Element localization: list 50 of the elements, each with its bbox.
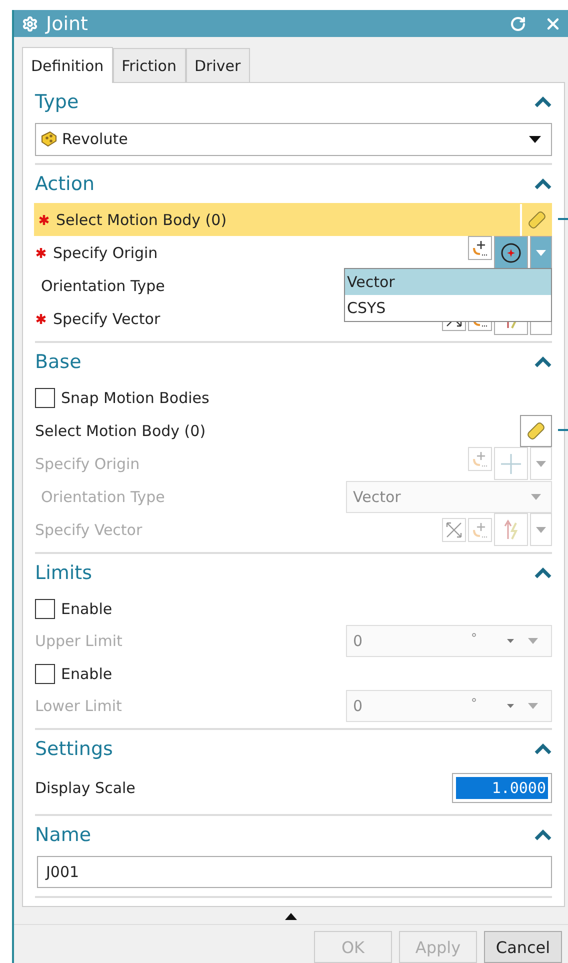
unit-dropdown-icon[interactable] bbox=[507, 704, 514, 708]
field-label: Specify Origin bbox=[35, 454, 140, 472]
tab[interactable]: Definition bbox=[22, 47, 113, 83]
field-label: Lower Limit bbox=[35, 697, 122, 715]
field-label: Specify Origin bbox=[35, 244, 158, 262]
unit-label: ° bbox=[471, 631, 478, 645]
checkbox[interactable] bbox=[35, 388, 55, 408]
collapse-caret-icon[interactable] bbox=[534, 567, 552, 579]
section-title: Base bbox=[35, 351, 82, 373]
field-label: Specify Vector bbox=[35, 310, 160, 328]
menu-item[interactable]: Vector bbox=[345, 269, 551, 295]
collapse-caret-icon[interactable] bbox=[534, 356, 552, 368]
dropdown-value: Revolute bbox=[62, 130, 128, 148]
section-title: Limits bbox=[35, 562, 92, 584]
dialog-button[interactable]: Cancel bbox=[484, 931, 562, 963]
unit-dropdown-icon[interactable] bbox=[507, 639, 514, 643]
unit-label: ° bbox=[471, 696, 478, 710]
field-label: Orientation Type bbox=[40, 488, 165, 506]
checkbox[interactable] bbox=[35, 664, 55, 684]
tab[interactable]: Driver bbox=[186, 48, 250, 82]
collapse-caret-icon[interactable] bbox=[534, 178, 552, 190]
section-title: Name bbox=[35, 824, 92, 846]
field-label: Display Scale bbox=[35, 779, 136, 797]
checkbox-label: Enable bbox=[61, 600, 112, 618]
field-label: Select Motion Body (0) bbox=[38, 210, 227, 228]
field-label: Upper Limit bbox=[35, 632, 122, 650]
field-label: Orientation Type bbox=[40, 276, 165, 294]
checkbox-label: Snap Motion Bodies bbox=[61, 388, 210, 406]
field-label: Select Motion Body (0) bbox=[35, 422, 206, 440]
type-dropdown[interactable]: Revolute bbox=[35, 122, 552, 156]
select-body-button[interactable] bbox=[520, 414, 552, 446]
checkbox-label: Enable bbox=[61, 664, 112, 682]
section-title: Action bbox=[35, 173, 95, 195]
field-label: Specify Vector bbox=[35, 520, 142, 538]
window-title: Joint bbox=[46, 12, 89, 34]
point-icon[interactable] bbox=[500, 242, 522, 264]
collapse-caret-icon[interactable] bbox=[534, 96, 552, 108]
revolute-joint-icon bbox=[40, 130, 58, 148]
settings-icon bbox=[22, 16, 38, 32]
expand-arrow-icon[interactable] bbox=[285, 913, 297, 920]
name-field[interactable]: J001 bbox=[37, 856, 552, 888]
collapse-caret-icon[interactable] bbox=[534, 829, 552, 841]
reset-icon[interactable] bbox=[510, 16, 526, 32]
dropdown-arrow-icon[interactable] bbox=[529, 136, 541, 142]
section-title: Settings bbox=[35, 738, 113, 760]
checkbox[interactable] bbox=[35, 598, 55, 618]
collapse-caret-icon[interactable] bbox=[534, 743, 552, 755]
point-constructor-icon[interactable] bbox=[470, 238, 490, 258]
section-title: Type bbox=[35, 91, 79, 113]
tab[interactable]: Friction bbox=[112, 48, 186, 82]
